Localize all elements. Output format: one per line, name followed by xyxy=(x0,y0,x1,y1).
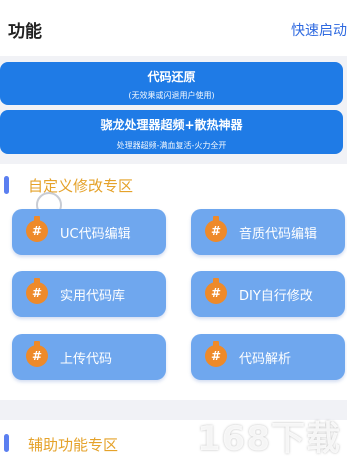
tile-upload-code[interactable]: # 上传代码 xyxy=(12,334,166,380)
tag-icon: # xyxy=(205,278,227,304)
tile-label: UC代码编辑 xyxy=(60,227,131,242)
tile-label: 代码解析 xyxy=(239,352,292,367)
watermark-logo: 168下载 xyxy=(197,419,341,459)
code-restore-sub: (无效果或闪退用户使用) xyxy=(128,91,215,100)
tile-uc-code-edit[interactable]: # UC代码编辑 xyxy=(12,209,166,255)
tag-icon: # xyxy=(205,341,227,367)
tile-code-parse[interactable]: # 代码解析 xyxy=(191,334,345,380)
tag-icon: # xyxy=(205,216,227,242)
code-restore-button[interactable]: 代码还原 (无效果或闪退用户使用) xyxy=(0,62,343,105)
tile-code-library[interactable]: # 实用代码库 xyxy=(12,271,166,317)
page-title: 功能 xyxy=(8,22,42,42)
overclock-sub: 处理器超频-满血复活-火力全开 xyxy=(116,141,227,150)
tile-audio-code-edit[interactable]: # 音质代码编辑 xyxy=(191,209,345,255)
section-accent-bar xyxy=(4,434,9,452)
tile-label: 实用代码库 xyxy=(60,289,126,304)
aux-section-title: 辅助功能专区 xyxy=(28,436,119,454)
overclock-label: 骁龙处理器超频+散热神器 xyxy=(100,118,243,132)
top-bar: 功能 快速启动 xyxy=(0,0,347,56)
quick-start-link[interactable]: 快速启动 xyxy=(291,20,347,40)
tag-icon: # xyxy=(26,341,48,367)
tag-icon: # xyxy=(26,278,48,304)
tile-label: DIY自行修改 xyxy=(239,289,313,304)
code-restore-label: 代码还原 xyxy=(147,70,196,84)
tile-diy-modify[interactable]: # DIY自行修改 xyxy=(191,271,345,317)
tag-icon: # xyxy=(26,216,48,242)
tile-label: 音质代码编辑 xyxy=(239,227,318,242)
section-accent-bar xyxy=(4,176,9,194)
overclock-button[interactable]: 骁龙处理器超频+散热神器 处理器超频-满血复活-火力全开 xyxy=(0,110,343,154)
tile-label: 上传代码 xyxy=(60,352,113,367)
custom-section: 自定义修改专区 # UC代码编辑 # 音质代码编辑 # 实用代码库 # DIY自… xyxy=(0,164,347,400)
